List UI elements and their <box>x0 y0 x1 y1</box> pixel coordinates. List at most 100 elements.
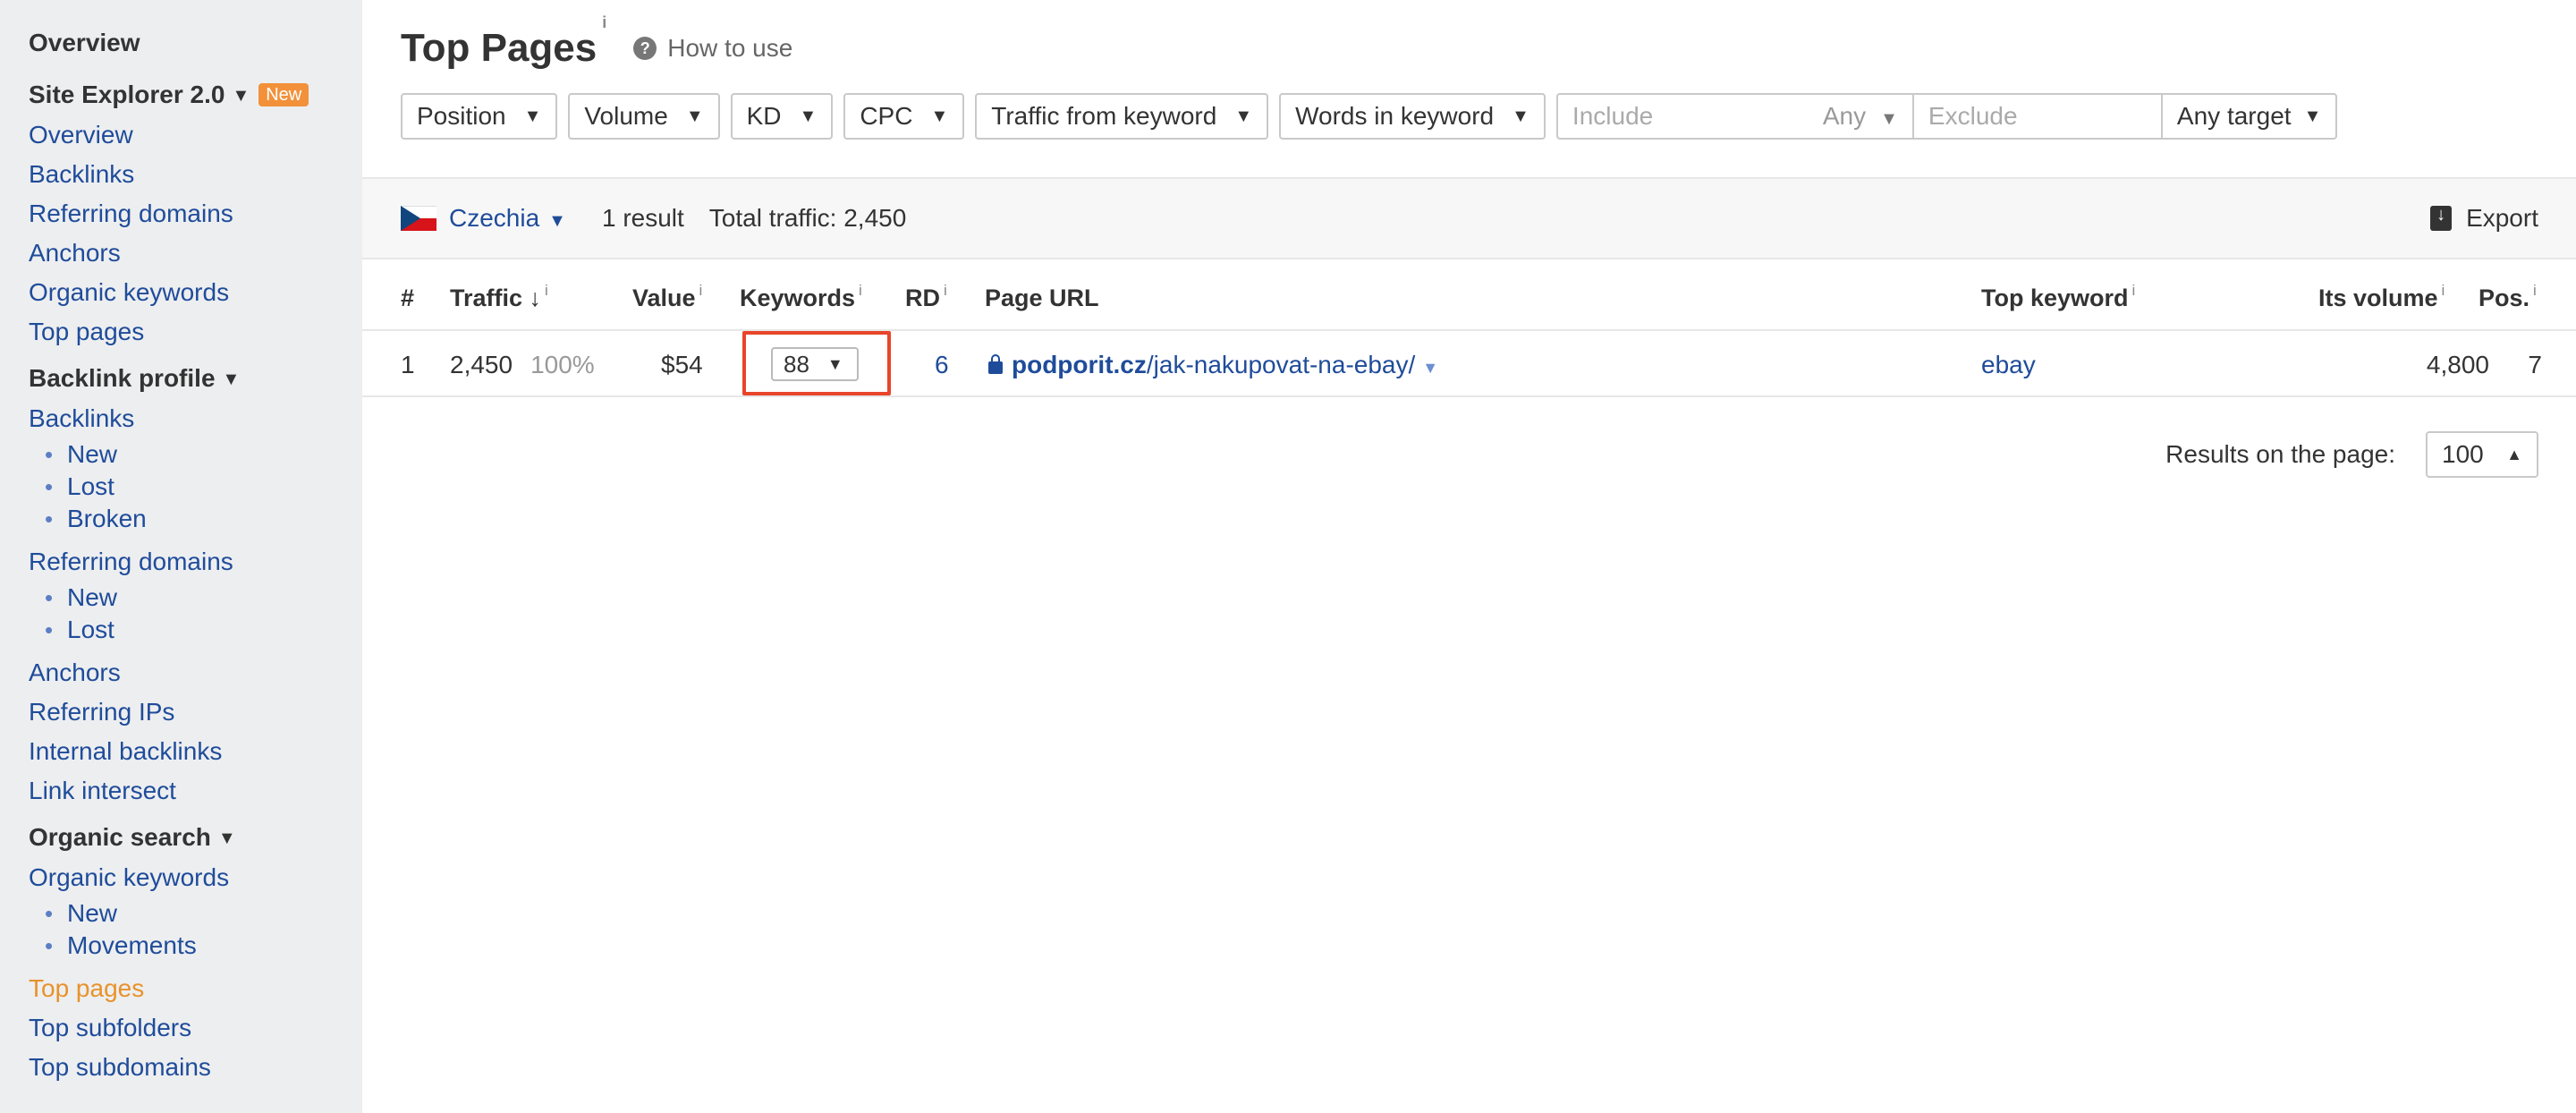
export-icon <box>2430 205 2453 231</box>
sidebar-subitem-backlinks-lost[interactable]: • Lost <box>0 471 362 503</box>
info-icon[interactable]: i <box>602 13 606 31</box>
sidebar-item-anchors[interactable]: Anchors <box>0 234 362 273</box>
col-header-top-keyword[interactable]: Top keyword i <box>1981 282 2136 312</box>
filter-volume[interactable]: Volume ▼ <box>568 93 720 140</box>
info-icon[interactable]: i <box>2533 282 2537 299</box>
col-header-its-volume[interactable]: Its volume i <box>2318 282 2445 312</box>
include-input[interactable]: Include Any ▼ <box>1558 95 1912 138</box>
results-per-page-value: 100 <box>2442 440 2484 468</box>
caret-down-icon: ▼ <box>930 106 949 126</box>
results-per-page-select[interactable]: 100 ▲ <box>2426 431 2538 478</box>
country-select[interactable]: Czechia ▼ <box>449 204 566 233</box>
filter-traffic-from-keyword[interactable]: Traffic from keyword ▼ <box>975 93 1269 140</box>
filter-cpc[interactable]: CPC ▼ <box>843 93 965 140</box>
col-header-rd[interactable]: RD i <box>905 282 947 312</box>
col-header-label: Its volume <box>2318 285 2438 311</box>
filter-label: Words in keyword <box>1295 102 1495 130</box>
sidebar-subitem-backlinks-new[interactable]: • New <box>0 438 362 471</box>
help-icon: ? <box>633 37 657 60</box>
sidebar-item-bp-anchors[interactable]: Anchors <box>0 653 362 692</box>
export-button[interactable]: Export <box>2430 179 2538 258</box>
sidebar-item-bp-referring-domains[interactable]: Referring domains <box>0 542 362 582</box>
sidebar-item-referring-domains[interactable]: Referring domains <box>0 194 362 234</box>
sidebar-item-link-intersect[interactable]: Link intersect <box>0 771 362 811</box>
bullet-icon: • <box>45 584 54 611</box>
sort-desc-icon: ↓ <box>529 285 542 311</box>
filter-label: Traffic from keyword <box>991 102 1217 130</box>
info-icon[interactable]: i <box>2442 282 2445 299</box>
sidebar-subitem-backlinks-broken[interactable]: • Broken <box>0 503 362 535</box>
how-to-use-link[interactable]: ? How to use <box>633 34 792 63</box>
info-icon[interactable]: i <box>2132 282 2136 299</box>
exclude-input[interactable]: Exclude <box>1911 95 2161 138</box>
sidebar-item-bp-backlinks[interactable]: Backlinks <box>0 399 362 438</box>
col-header-page-url: Page URL <box>985 285 1099 311</box>
info-icon[interactable]: i <box>699 282 703 299</box>
table-header: # Traffic ↓ i Value i Keywords i RD i Page U… <box>362 259 2576 331</box>
filter-position[interactable]: Position ▼ <box>401 93 558 140</box>
sidebar-item-top-subfolders[interactable]: Top subfolders <box>0 1008 362 1048</box>
bullet-icon: • <box>45 441 54 468</box>
bullet-icon: • <box>45 932 54 959</box>
sidebar-item-os-top-pages[interactable]: Top pages <box>0 969 362 1008</box>
info-icon[interactable]: i <box>944 282 947 299</box>
include-placeholder: Include <box>1572 102 1654 130</box>
col-header-value[interactable]: Value i <box>632 282 703 312</box>
cell-page-url[interactable]: podporit.cz/jak-nakupovat-na-ebay/ ▼ <box>988 351 1438 379</box>
cell-top-keyword-link[interactable]: ebay <box>1981 351 2036 379</box>
sidebar-subitem-label: Lost <box>67 472 114 500</box>
export-label: Export <box>2466 204 2538 232</box>
sidebar-subitem-rd-lost[interactable]: • Lost <box>0 614 362 646</box>
col-header-label: Pos. <box>2479 285 2530 311</box>
sidebar-heading-organic-search[interactable]: Organic search ▼ <box>0 818 362 858</box>
keywords-dropdown-button[interactable]: 88 ▼ <box>771 347 859 381</box>
url-caret-down-icon[interactable]: ▼ <box>1422 359 1438 377</box>
bullet-icon: • <box>45 900 54 927</box>
sidebar-item-overview[interactable]: Overview <box>0 115 362 155</box>
cell-num: 1 <box>401 351 415 378</box>
sidebar-heading-overview[interactable]: Overview <box>0 23 362 63</box>
sidebar-subitem-ok-movements[interactable]: • Movements <box>0 930 362 962</box>
sidebar-subitem-label: Lost <box>67 616 114 643</box>
title-row: Top Pages i ? How to use <box>401 13 792 75</box>
traffic-value: 2,450 <box>450 351 513 378</box>
target-select[interactable]: Any target ▼ <box>2160 95 2335 138</box>
caret-down-icon: ▼ <box>2303 106 2322 126</box>
sidebar-item-os-organic-keywords[interactable]: Organic keywords <box>0 858 362 897</box>
cell-pos: 7 <box>2528 351 2542 378</box>
include-exclude-group: Include Any ▼ Exclude Any target ▼ <box>1555 93 2338 140</box>
cell-its-volume: 4,800 <box>2426 351 2489 378</box>
traffic-percent: 100% <box>530 351 595 378</box>
info-icon[interactable]: i <box>545 282 548 299</box>
target-label: Any target <box>2176 102 2292 130</box>
cell-rd-link[interactable]: 6 <box>935 351 949 379</box>
include-mode-label: Any <box>1822 102 1867 130</box>
sidebar-heading-backlink-profile[interactable]: Backlink profile ▼ <box>0 359 362 399</box>
sidebar-item-top-pages[interactable]: Top pages <box>0 312 362 352</box>
keywords-highlight-box: 88 ▼ <box>742 331 891 395</box>
url-path: /jak-nakupovat-na-ebay/ <box>1146 351 1416 378</box>
caret-down-icon: ▼ <box>685 106 704 126</box>
sidebar-item-referring-ips[interactable]: Referring IPs <box>0 692 362 732</box>
exclude-placeholder: Exclude <box>1928 102 2018 130</box>
col-header-label: Keywords <box>740 285 856 311</box>
col-header-pos[interactable]: Pos. i <box>2479 282 2537 312</box>
sidebar-item-backlinks[interactable]: Backlinks <box>0 155 362 194</box>
bullet-icon: • <box>45 616 54 643</box>
sidebar-item-internal-backlinks[interactable]: Internal backlinks <box>0 732 362 771</box>
sidebar-subitem-ok-new[interactable]: • New <box>0 897 362 930</box>
filter-kd[interactable]: KD ▼ <box>730 93 834 140</box>
caret-up-icon: ▲ <box>2506 445 2522 463</box>
info-icon[interactable]: i <box>859 282 862 299</box>
sidebar-item-organic-keywords[interactable]: Organic keywords <box>0 273 362 312</box>
caret-down-icon: ▼ <box>548 211 566 231</box>
include-mode-select[interactable]: Any ▼ <box>1823 102 1898 131</box>
col-header-traffic[interactable]: Traffic ↓ i <box>450 282 548 312</box>
col-header-keywords[interactable]: Keywords i <box>740 282 862 312</box>
country-label: Czechia <box>449 204 540 232</box>
filter-label: KD <box>746 102 782 130</box>
sidebar-heading-site-explorer[interactable]: Site Explorer 2.0 ▼ New <box>0 75 362 115</box>
sidebar-item-top-subdomains[interactable]: Top subdomains <box>0 1048 362 1087</box>
sidebar-subitem-rd-new[interactable]: • New <box>0 582 362 614</box>
filter-words-in-keyword[interactable]: Words in keyword ▼ <box>1279 93 1546 140</box>
